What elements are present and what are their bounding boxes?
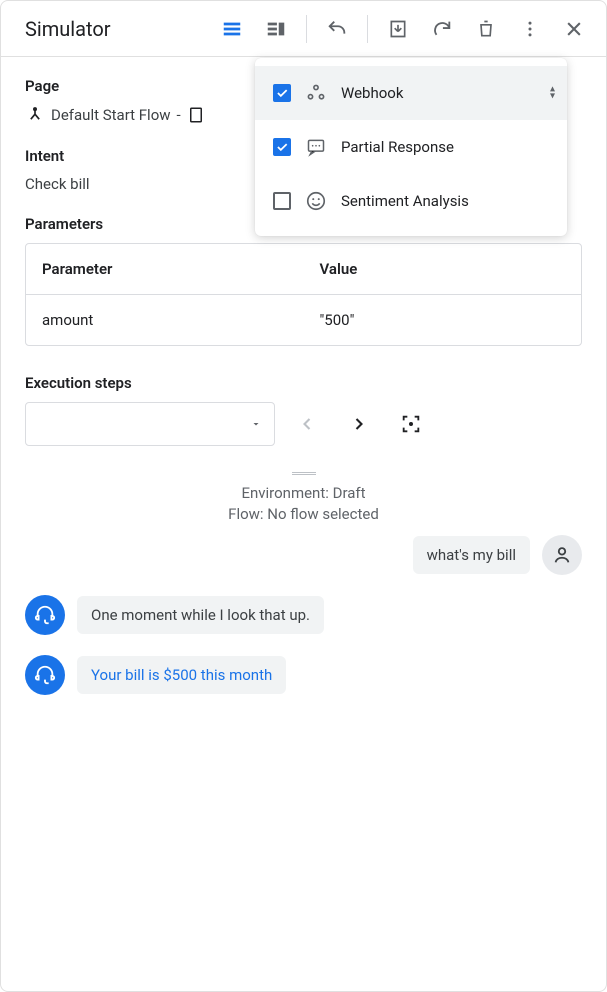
chat-icon bbox=[305, 136, 327, 158]
more-icon[interactable] bbox=[510, 9, 550, 49]
execution-step-dropdown[interactable] bbox=[25, 402, 275, 446]
undo-icon[interactable] bbox=[317, 9, 357, 49]
execution-steps-label: Execution steps bbox=[25, 374, 582, 392]
focus-icon[interactable] bbox=[391, 404, 431, 444]
header-parameter: Parameter bbox=[26, 244, 304, 294]
webhook-icon bbox=[305, 82, 327, 104]
chevron-down-icon bbox=[250, 418, 262, 430]
trash-icon[interactable] bbox=[466, 9, 506, 49]
table-row: amount "500" bbox=[26, 295, 581, 345]
popup-label: Webhook bbox=[341, 84, 403, 102]
bot-message-bubble-link[interactable]: Your bill is $500 this month bbox=[77, 656, 286, 694]
breadcrumb-separator: - bbox=[177, 106, 181, 124]
checkbox-sentiment[interactable] bbox=[273, 192, 291, 210]
flow-icon bbox=[25, 105, 45, 125]
divider bbox=[367, 15, 368, 43]
flow-name: Default Start Flow bbox=[51, 106, 171, 124]
popup-label: Sentiment Analysis bbox=[341, 192, 469, 210]
popup-item-sentiment[interactable]: Sentiment Analysis bbox=[255, 174, 567, 228]
download-icon[interactable] bbox=[378, 9, 418, 49]
next-step-button[interactable] bbox=[339, 404, 379, 444]
popup-item-webhook[interactable]: Webhook ▴▾ bbox=[255, 66, 567, 120]
window-title: Simulator bbox=[25, 17, 208, 41]
checkbox-webhook[interactable] bbox=[273, 84, 291, 102]
view-detail-icon[interactable] bbox=[256, 9, 296, 49]
bot-message-row: Your bill is $500 this month bbox=[25, 655, 582, 695]
options-popup: Webhook ▴▾ Partial Response Sentiment An… bbox=[255, 58, 567, 236]
prev-step-button[interactable] bbox=[287, 404, 327, 444]
user-message-bubble: what's my bill bbox=[413, 536, 530, 574]
flow-line: Flow: No flow selected bbox=[25, 504, 582, 525]
popup-label: Partial Response bbox=[341, 138, 454, 156]
param-name: amount bbox=[26, 295, 304, 345]
popup-item-partial-response[interactable]: Partial Response bbox=[255, 120, 567, 174]
header-value: Value bbox=[304, 244, 582, 294]
bot-message-row: One moment while I look that up. bbox=[25, 595, 582, 635]
refresh-icon[interactable] bbox=[422, 9, 462, 49]
bot-message-bubble: One moment while I look that up. bbox=[77, 596, 324, 634]
smile-icon bbox=[305, 190, 327, 212]
titlebar: Simulator bbox=[1, 1, 606, 57]
parameters-table: Parameter Value amount "500" bbox=[25, 243, 582, 346]
view-list-icon[interactable] bbox=[212, 9, 252, 49]
divider bbox=[306, 15, 307, 43]
drag-handle[interactable] bbox=[292, 472, 316, 475]
page-icon bbox=[187, 106, 205, 124]
environment-line: Environment: Draft bbox=[25, 483, 582, 504]
bot-avatar bbox=[25, 655, 65, 695]
param-value: "500" bbox=[304, 295, 582, 345]
checkbox-partial-response[interactable] bbox=[273, 138, 291, 156]
user-avatar bbox=[542, 535, 582, 575]
table-header-row: Parameter Value bbox=[26, 244, 581, 295]
sort-arrows-icon[interactable]: ▴▾ bbox=[550, 87, 555, 100]
bot-avatar bbox=[25, 595, 65, 635]
close-icon[interactable] bbox=[554, 9, 594, 49]
environment-info: Environment: Draft Flow: No flow selecte… bbox=[25, 483, 582, 525]
user-message-row: what's my bill bbox=[25, 535, 582, 575]
